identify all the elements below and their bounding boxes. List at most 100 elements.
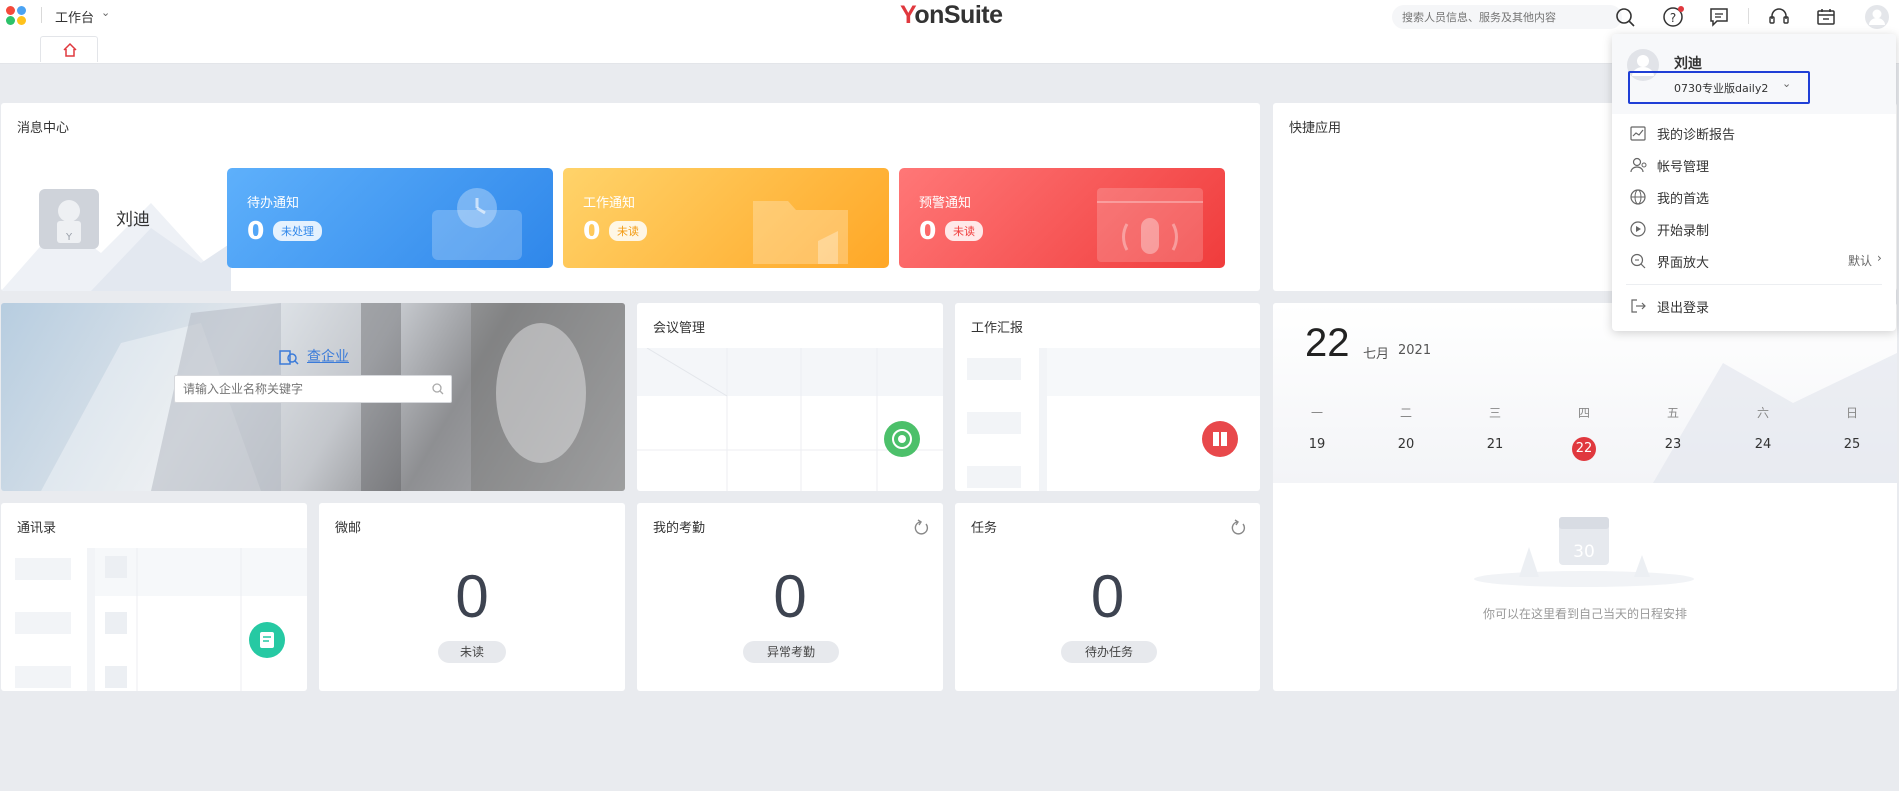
brand-logo: YonSuite (900, 1, 1003, 29)
calendar-card: 22 七月 2021 30 你可以在这里看到自己当天的日程安排 (1273, 303, 1897, 691)
search-icon[interactable] (431, 382, 445, 396)
search-icon[interactable] (1612, 4, 1638, 30)
tenant-name: 0730专业版daily2 (1674, 82, 1769, 95)
weekday-label: 二 (1399, 406, 1412, 420)
notice-title: 待办通知 (247, 196, 300, 211)
svg-text:Y: Y (65, 232, 73, 243)
logout-button[interactable]: 退出登录 (1629, 295, 1884, 317)
menu-item-label: 帐号管理 (1657, 160, 1710, 175)
calendar-date[interactable]: 25 (1837, 437, 1867, 452)
calendar-date[interactable]: 23 (1658, 437, 1688, 452)
menu-item-diagnosis[interactable]: 我的诊断报告 (1629, 122, 1884, 144)
menu-item-zoom[interactable]: 界面放大 默认 › (1629, 250, 1884, 272)
weekday-label: 五 (1666, 406, 1679, 420)
list-placeholder (15, 548, 307, 691)
calendar-icon[interactable] (1813, 4, 1839, 30)
weekday-label: 六 (1756, 406, 1769, 420)
calendar-date[interactable]: 19 (1302, 437, 1332, 452)
weekday-label: 一 (1310, 406, 1323, 420)
notice-count: 0 (247, 216, 265, 245)
globe-icon (1630, 189, 1646, 205)
divider (1626, 284, 1882, 285)
calendar-month: 七月 (1363, 347, 1390, 362)
chevron-down-icon[interactable]: ⌄ (101, 6, 110, 19)
global-search[interactable] (1392, 5, 1622, 29)
notice-badge: 未处理 (273, 221, 322, 241)
divider (1748, 8, 1749, 24)
chevron-right-icon: › (1877, 251, 1882, 265)
menu-item-recording[interactable]: 开始录制 (1629, 218, 1884, 240)
calendar-empty-text: 你可以在这里看到自己当天的日程安排 (1482, 607, 1687, 621)
search-input[interactable] (1402, 5, 1602, 29)
todo-notice-card[interactable]: 待办通知 0 未处理 (227, 168, 553, 268)
card-title: 会议管理 (653, 321, 706, 336)
calendar-date[interactable]: 20 (1391, 437, 1421, 452)
calendar-year: 2021 (1398, 343, 1432, 358)
refresh-icon[interactable] (913, 519, 929, 535)
mail-card[interactable]: 微邮 0 未读 (319, 503, 625, 691)
notice-title: 预警通知 (919, 196, 972, 211)
notice-title: 工作通知 (583, 196, 636, 211)
calendar-date[interactable]: 21 (1480, 437, 1510, 452)
enterprise-link[interactable]: 查企业 (307, 346, 349, 366)
calendar-day: 22 (1305, 321, 1350, 365)
weekday-label: 三 (1488, 406, 1501, 420)
menu-user-name: 刘迪 (1674, 56, 1702, 72)
notice-count: 0 (583, 216, 601, 245)
meeting-card[interactable]: 会议管理 (637, 303, 943, 491)
tab-home[interactable] (40, 36, 98, 62)
menu-item-label: 退出登录 (1657, 301, 1710, 316)
menu-item-account[interactable]: 帐号管理 (1629, 154, 1884, 176)
empty-calendar-icon: 30 (1474, 517, 1694, 587)
report-icon[interactable] (1202, 421, 1238, 457)
divider (41, 7, 42, 23)
refresh-icon[interactable] (1230, 519, 1246, 535)
calendar-date[interactable]: 24 (1748, 437, 1778, 452)
workbench-menu[interactable]: 工作台 (55, 7, 94, 26)
card-title: 快捷应用 (1289, 121, 1342, 136)
user-menu: 刘迪 0730专业版daily2 ⌄ 我的诊断报告 帐号管理 我的首选 开始录制… (1612, 34, 1896, 331)
enterprise-search-input[interactable] (183, 376, 423, 402)
chevron-down-icon[interactable]: ⌄ (1782, 77, 1791, 90)
meeting-icon[interactable] (884, 421, 920, 457)
headset-icon[interactable] (1766, 4, 1792, 30)
work-report-card[interactable]: 工作汇报 (955, 303, 1260, 491)
card-title: 任务 (971, 521, 998, 536)
account-icon (1630, 157, 1647, 173)
work-notice-card[interactable]: 工作通知 0 未读 (563, 168, 889, 268)
folder-icon (753, 201, 848, 264)
zoom-value: 默认 (1848, 254, 1873, 268)
calendar-date-today[interactable]: 22 (1572, 437, 1596, 461)
menu-item-label: 界面放大 (1657, 256, 1710, 271)
menu-item-label: 我的诊断报告 (1657, 128, 1736, 143)
notice-badge: 未读 (945, 221, 983, 241)
contacts-icon[interactable] (249, 622, 285, 658)
enterprise-search-box[interactable] (174, 375, 452, 403)
card-title: 消息中心 (17, 121, 70, 136)
alert-notice-card[interactable]: 预警通知 0 未读 (899, 168, 1225, 268)
app-launcher-icon[interactable] (6, 6, 28, 26)
empty-icon-number: 30 (1573, 542, 1595, 562)
tasks-status-pill[interactable]: 待办任务 (1061, 641, 1157, 663)
notice-count: 0 (919, 216, 937, 245)
card-title: 通讯录 (17, 521, 57, 536)
contacts-card[interactable]: 通讯录 (1, 503, 307, 691)
user-avatar-icon[interactable] (1864, 4, 1890, 30)
tenant-switcher[interactable]: 0730专业版daily2 ⌄ (1628, 71, 1810, 104)
help-icon[interactable]: ? (1660, 4, 1686, 30)
mail-status-pill[interactable]: 未读 (438, 641, 506, 663)
alarm-window-icon (1097, 188, 1203, 262)
avatar[interactable]: Y (39, 189, 99, 249)
inbox-clock-icon (432, 188, 522, 260)
weekday-label: 日 (1845, 406, 1858, 420)
report-icon (1630, 126, 1646, 141)
calendar-empty-state: 30 你可以在这里看到自己当天的日程安排 (1273, 483, 1897, 691)
card-title: 我的考勤 (653, 521, 706, 536)
grid-placeholder (637, 348, 943, 491)
menu-item-preferences[interactable]: 我的首选 (1629, 186, 1884, 208)
attendance-card[interactable]: 我的考勤 0 异常考勤 (637, 503, 943, 691)
message-icon[interactable] (1706, 4, 1732, 30)
tasks-card[interactable]: 任务 0 待办任务 (955, 503, 1260, 691)
mountain-decoration (1, 203, 231, 291)
attendance-status-pill[interactable]: 异常考勤 (743, 641, 839, 663)
